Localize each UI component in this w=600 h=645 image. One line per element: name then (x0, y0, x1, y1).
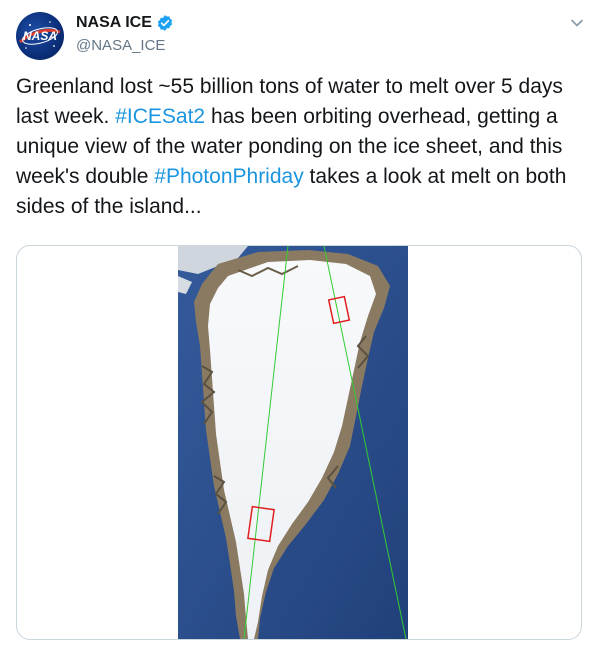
media-card[interactable] (16, 245, 582, 640)
tweet-text: Greenland lost ~55 billion tons of water… (16, 72, 576, 222)
avatar-logo-text: NASA (23, 29, 57, 43)
author-name-row[interactable]: NASA ICE (76, 14, 174, 32)
author-handle[interactable]: @NASA_ICE (76, 37, 165, 54)
author-display-name[interactable]: NASA ICE (76, 14, 152, 32)
chevron-down-icon[interactable] (570, 16, 584, 30)
greenland-satellite-map-image[interactable] (178, 246, 408, 639)
hashtag-photonphriday-link[interactable]: #PhotonPhriday (154, 165, 303, 188)
verified-badge-icon (157, 15, 172, 31)
hashtag-icesat2-link[interactable]: #ICESat2 (115, 105, 205, 128)
avatar[interactable]: NASA (16, 12, 64, 60)
